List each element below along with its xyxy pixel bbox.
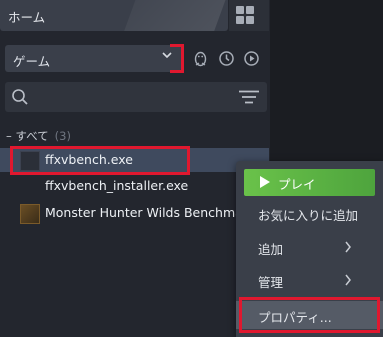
section-header-all[interactable]: – すべて (3) [6,128,71,144]
game-thumbnail [20,204,40,224]
collapse-minus-icon: – [6,129,12,143]
advanced-filter-icon[interactable] [239,90,259,104]
grid-icon [236,6,244,14]
grid-icon [246,6,254,14]
grid-icon [246,16,254,24]
search-bar[interactable] [5,82,267,112]
collection-dropdown[interactable]: ゲーム [5,45,181,72]
menu-item-label: 管理 [258,275,284,290]
home-button[interactable]: ホーム [0,0,228,31]
home-label: ホーム [8,10,46,25]
game-row-monster-hunter-wilds[interactable]: Monster Hunter Wilds Benchmark [0,201,269,225]
home-banner-art [120,0,228,31]
menu-item-add-favorite[interactable]: お気に入りに追加 [236,199,383,227]
menu-item-label: 追加 [258,242,284,257]
menu-item-add[interactable]: 追加 [236,233,383,261]
linux-penguin-icon[interactable] [192,50,209,67]
game-name: ffxvbench_installer.exe [45,178,189,193]
chevron-right-icon [345,241,351,253]
menu-item-label: お気に入りに追加 [258,208,359,223]
highlight-annotation-game [10,146,190,175]
grid-icon [236,16,244,24]
menu-item-manage[interactable]: 管理 [236,266,383,294]
play-circle-icon[interactable] [243,50,260,67]
collection-dropdown-label: ゲーム [13,54,51,69]
play-label: プレイ [278,177,316,192]
play-button[interactable]: プレイ [244,169,375,196]
chevron-right-icon [345,274,351,286]
search-input[interactable] [37,87,231,109]
game-row-ffxvbench-installer[interactable]: ffxvbench_installer.exe [0,174,269,198]
game-name: Monster Hunter Wilds Benchmark [45,205,256,220]
grid-view-button[interactable] [229,0,269,31]
highlight-annotation-properties [239,297,380,333]
search-icon [12,89,28,105]
section-count: (3) [54,129,71,143]
section-label: すべて [15,129,49,143]
highlight-annotation-dropdown [170,44,184,73]
play-icon [260,176,270,188]
clock-icon[interactable] [218,50,235,67]
